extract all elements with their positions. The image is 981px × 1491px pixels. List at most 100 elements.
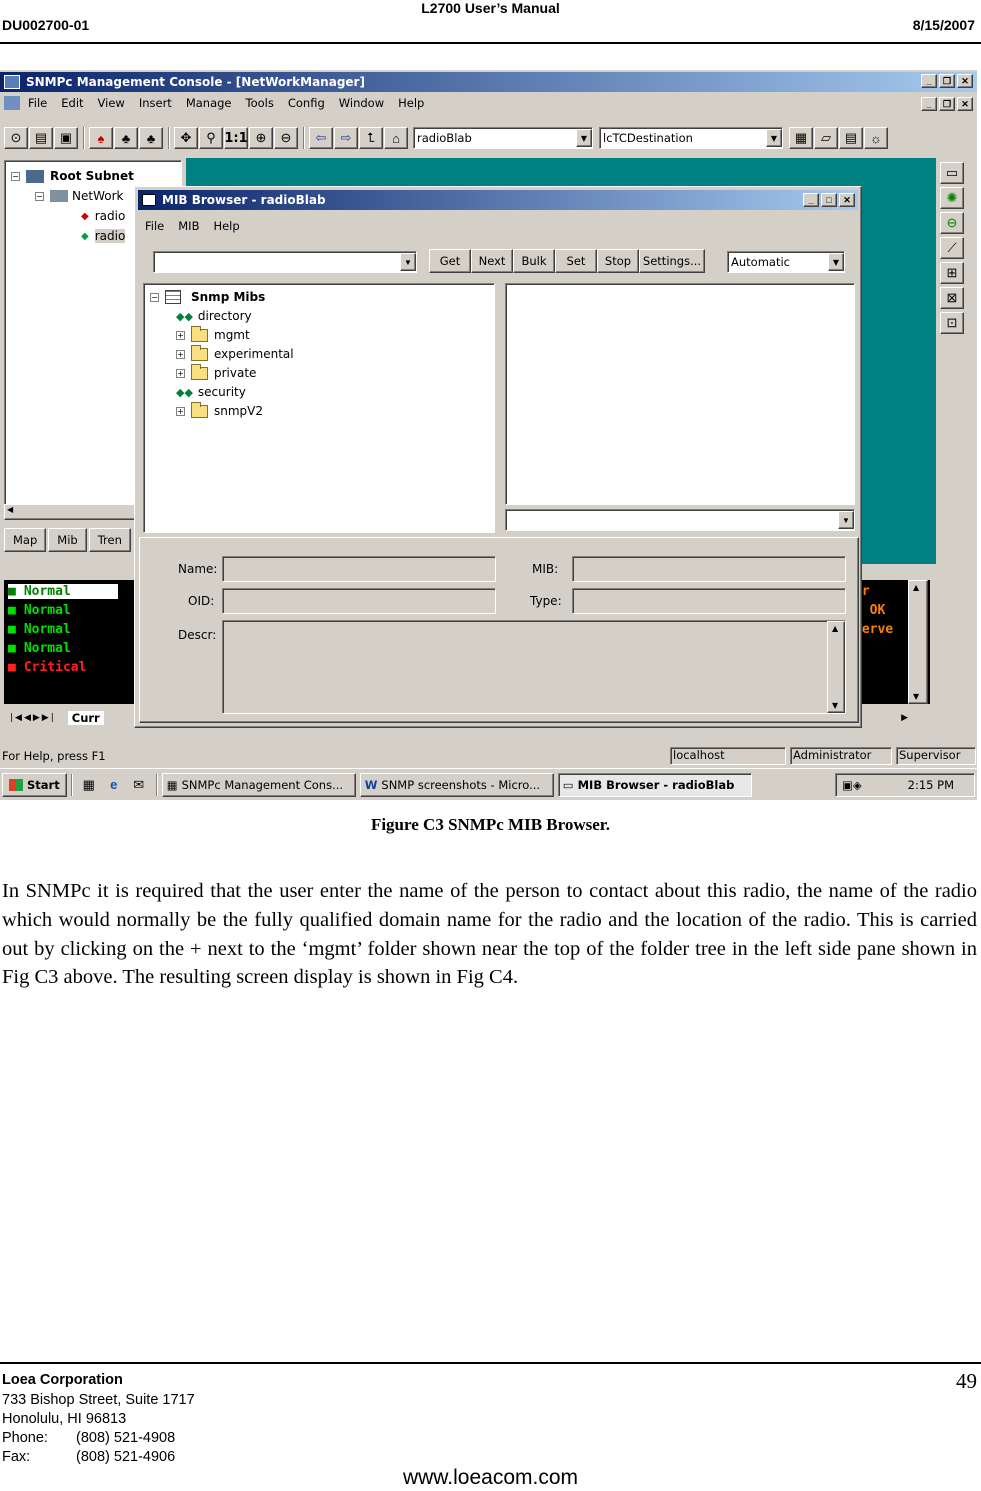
event-row-4[interactable]: ■ Normal <box>8 641 118 656</box>
up-folder-icon[interactable]: ⮤ <box>359 127 383 149</box>
mib-node-mgmt[interactable]: + mgmt <box>176 325 250 342</box>
menu-window[interactable]: Window <box>339 96 384 110</box>
graph-icon[interactable]: ▱ <box>814 127 838 149</box>
device-combo[interactable]: radioBlab ▼ <box>413 127 593 149</box>
zoom-icon[interactable]: ⚲ <box>199 127 223 149</box>
zoom-in-icon[interactable]: ⊕ <box>249 127 273 149</box>
scroll-right-icon[interactable]: ▶ <box>901 713 908 723</box>
chevron-down-icon[interactable]: ▼ <box>576 129 592 147</box>
menu-edit[interactable]: Edit <box>61 96 83 110</box>
network-node-icon[interactable]: ✺ <box>940 187 964 209</box>
stop-button[interactable]: Stop <box>597 249 639 273</box>
oid-combo[interactable]: ▼ <box>153 251 417 273</box>
tree-network-row[interactable]: − NetWork <box>35 189 123 203</box>
mib-menu-help[interactable]: Help <box>213 219 239 233</box>
mib-node-directory[interactable]: ◆◆ directory <box>176 309 252 323</box>
zoom-out-icon[interactable]: ⊖ <box>274 127 298 149</box>
zoom-actual-button[interactable]: 1:1 <box>224 127 248 149</box>
restore-icon[interactable]: ❐ <box>939 74 955 88</box>
maximize-icon[interactable]: □ <box>821 193 837 207</box>
layout-icon[interactable]: ⊞ <box>940 262 964 284</box>
next-button[interactable]: Next <box>471 249 513 273</box>
get-button[interactable]: Get <box>429 249 471 273</box>
event-vscrollbar[interactable]: ▲ ▼ <box>908 580 928 704</box>
mib-node-security[interactable]: ◆◆ security <box>176 385 246 399</box>
mib-menu-mib[interactable]: MIB <box>178 219 199 233</box>
tab-map[interactable]: Map <box>4 528 47 552</box>
name-field[interactable] <box>222 556 496 582</box>
oid-field[interactable] <box>222 588 496 614</box>
chevron-down-icon[interactable]: ▼ <box>766 129 782 147</box>
hierarchy-icon[interactable]: ⊡ <box>940 312 964 334</box>
mib-node-experimental[interactable]: + experimental <box>176 344 294 361</box>
tray-icon[interactable]: ▣◈ <box>842 778 862 792</box>
minimize-icon[interactable]: _ <box>921 74 937 88</box>
type-field[interactable] <box>572 588 846 614</box>
menu-config[interactable]: Config <box>288 96 325 110</box>
chevron-down-icon[interactable]: ▼ <box>828 253 844 271</box>
tab-current[interactable]: Curr <box>67 711 104 725</box>
menu-file[interactable]: File <box>28 96 47 110</box>
minimize-icon[interactable]: _ <box>803 193 819 207</box>
close-icon[interactable]: ✕ <box>839 193 855 207</box>
tab-trend[interactable]: Tren <box>88 528 131 552</box>
scroll-up-icon[interactable]: ▲ <box>913 583 919 592</box>
mdi-close-icon[interactable]: ✕ <box>957 97 973 111</box>
settings-button[interactable]: Settings... <box>639 249 705 273</box>
mdi-minimize-icon[interactable]: _ <box>921 97 937 111</box>
mib-field[interactable] <box>572 556 846 582</box>
destination-combo[interactable]: lcTCDestination ▼ <box>599 127 783 149</box>
tree-root-row[interactable]: − Root Subnet <box>11 169 134 183</box>
event-row-3[interactable]: ■ Normal <box>8 622 118 637</box>
event-row-1[interactable]: ■ Normal <box>8 584 118 599</box>
descr-field[interactable]: ▲ ▼ <box>222 620 846 714</box>
sun-icon[interactable]: ☼ <box>864 127 888 149</box>
task-mib-browser[interactable]: ▭ MIB Browser - radioBlab <box>557 772 752 797</box>
tree-radio-row-1[interactable]: ◆ radio <box>81 209 125 223</box>
tree-radio-row-2[interactable]: ◆ radio <box>81 229 126 243</box>
tab-mib[interactable]: Mib <box>48 528 87 552</box>
bell-ack-icon[interactable]: ♣ <box>114 127 138 149</box>
alarm-bell-icon[interactable]: ♠ <box>89 127 113 149</box>
mdi-restore-icon[interactable]: ❐ <box>939 97 955 111</box>
move-icon[interactable]: ✥ <box>174 127 198 149</box>
binoculars-icon[interactable]: ⊙ <box>4 127 28 149</box>
scroll-down-icon[interactable]: ▼ <box>832 701 838 710</box>
bell-clear-icon[interactable]: ♣ <box>139 127 163 149</box>
event-row-2[interactable]: ■ Normal <box>8 603 118 618</box>
back-arrow-icon[interactable]: ⇦ <box>309 127 333 149</box>
mode-combo[interactable]: Automatic ▼ <box>727 251 845 273</box>
lock-icon[interactable]: ▣ <box>54 127 78 149</box>
set-button[interactable]: Set <box>555 249 597 273</box>
menu-help[interactable]: Help <box>398 96 424 110</box>
table-icon[interactable]: ▦ <box>789 127 813 149</box>
tab-nav-icon[interactable]: |◀◀▶▶| <box>10 713 56 723</box>
mib-menu-file[interactable]: File <box>145 219 164 233</box>
menu-insert[interactable]: Insert <box>139 96 172 110</box>
chevron-down-icon[interactable]: ▼ <box>400 253 416 271</box>
ie-icon[interactable]: e <box>102 774 126 796</box>
mib-tree-root[interactable]: − Snmp Mibs <box>150 290 265 304</box>
outlook-icon[interactable]: ✉ <box>127 774 151 796</box>
home-icon[interactable]: ⌂ <box>384 127 408 149</box>
scroll-up-icon[interactable]: ▲ <box>832 624 838 633</box>
desktop-icon[interactable]: ▦ <box>77 774 101 796</box>
close-icon[interactable]: ✕ <box>957 74 973 88</box>
menu-manage[interactable]: Manage <box>186 96 232 110</box>
task-snmpc[interactable]: ▦ SNMPc Management Cons... <box>161 772 356 797</box>
forward-arrow-icon[interactable]: ⇨ <box>334 127 358 149</box>
properties-icon[interactable]: ▤ <box>29 127 53 149</box>
menu-view[interactable]: View <box>98 96 125 110</box>
pane-splitter[interactable] <box>497 283 503 533</box>
mib-node-snmpv2[interactable]: + snmpV2 <box>176 401 263 418</box>
mib-node-private[interactable]: + private <box>176 363 256 380</box>
topology-icon[interactable]: ⊠ <box>940 287 964 309</box>
chevron-down-icon[interactable]: ▼ <box>838 511 854 529</box>
report-icon[interactable]: ▤ <box>839 127 863 149</box>
device-icon[interactable]: ▭ <box>940 162 964 184</box>
scroll-left-icon[interactable]: ◀ <box>7 505 13 514</box>
menu-tools[interactable]: Tools <box>246 96 274 110</box>
website[interactable]: www.loeacom.com <box>0 1466 981 1490</box>
start-button[interactable]: Start <box>2 772 67 797</box>
task-word[interactable]: W SNMP screenshots - Micro... <box>359 772 554 797</box>
